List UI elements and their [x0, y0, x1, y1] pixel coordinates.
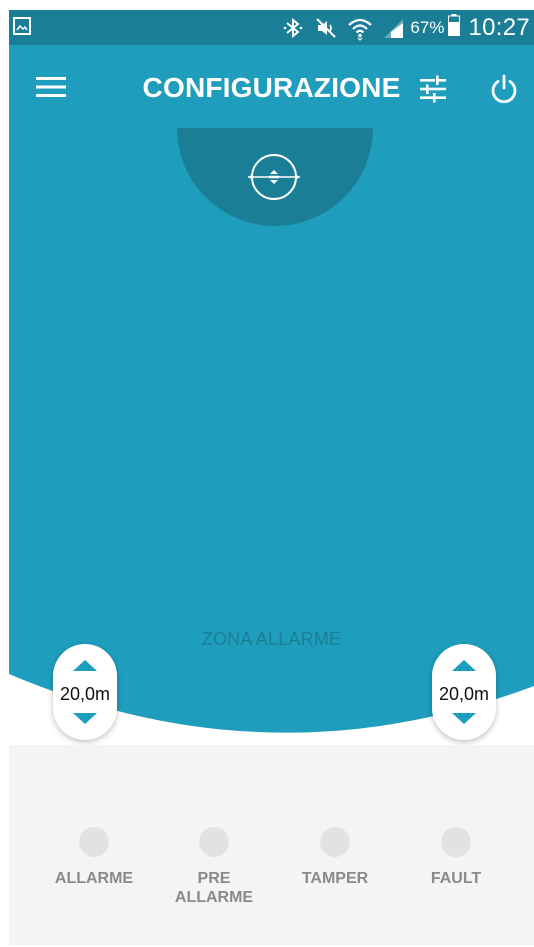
- indicator-label: TAMPER: [301, 870, 369, 887]
- status-panel: ALLARME PRE ALLARME TAMPER FAULT: [9, 745, 534, 945]
- right-range-decrease-button[interactable]: [452, 713, 476, 724]
- settings-button[interactable]: [418, 74, 448, 104]
- wifi-icon: [347, 15, 373, 41]
- mute-icon: [314, 16, 338, 40]
- gallery-thumbnail-icon: [13, 17, 31, 35]
- left-range-decrease-button[interactable]: [73, 713, 97, 724]
- power-icon: [491, 74, 517, 104]
- left-range-increase-button[interactable]: [73, 660, 97, 671]
- right-range-value: 20,0m: [438, 684, 490, 704]
- indicator-label: FAULT: [430, 870, 482, 887]
- indicator-label: ALLARME: [54, 870, 134, 887]
- indicator-light: [199, 827, 229, 857]
- sensor-icon[interactable]: [246, 149, 302, 205]
- status-bar: 67% 10:27: [9, 10, 534, 45]
- right-range-increase-button[interactable]: [452, 660, 476, 671]
- left-range-value: 20,0m: [59, 684, 111, 704]
- indicator-label: PRE ALLARME: [174, 870, 254, 906]
- detection-area: CONFIGURAZIONE ZONA ALLARME: [9, 45, 534, 745]
- battery-percent: 67%: [410, 17, 445, 37]
- bluetooth-icon: [281, 16, 305, 40]
- indicator-tamper: TAMPER: [275, 827, 395, 888]
- left-range-stepper: 20,0m: [53, 644, 117, 740]
- indicator-allarme: ALLARME: [34, 827, 154, 888]
- clock: 10:27: [468, 13, 530, 41]
- power-button[interactable]: [488, 73, 520, 105]
- app-screen: 67% 10:27 CONFIGURAZIONE ZONA ALLARME 20…: [0, 0, 534, 947]
- indicator-fault: FAULT: [396, 827, 516, 888]
- right-range-stepper: 20,0m: [432, 644, 496, 740]
- page-title: CONFIGURAZIONE: [142, 72, 401, 103]
- tune-icon: [420, 75, 446, 103]
- signal-icon: [382, 17, 404, 39]
- indicator-light: [320, 827, 350, 857]
- status-icons: 67% 10:27: [272, 10, 530, 45]
- indicator-pre-allarme: PRE ALLARME: [154, 827, 274, 907]
- toolbar: CONFIGURAZIONE: [9, 45, 534, 131]
- battery-icon: [448, 14, 461, 41]
- indicator-light: [79, 827, 109, 857]
- indicator-light: [441, 827, 471, 857]
